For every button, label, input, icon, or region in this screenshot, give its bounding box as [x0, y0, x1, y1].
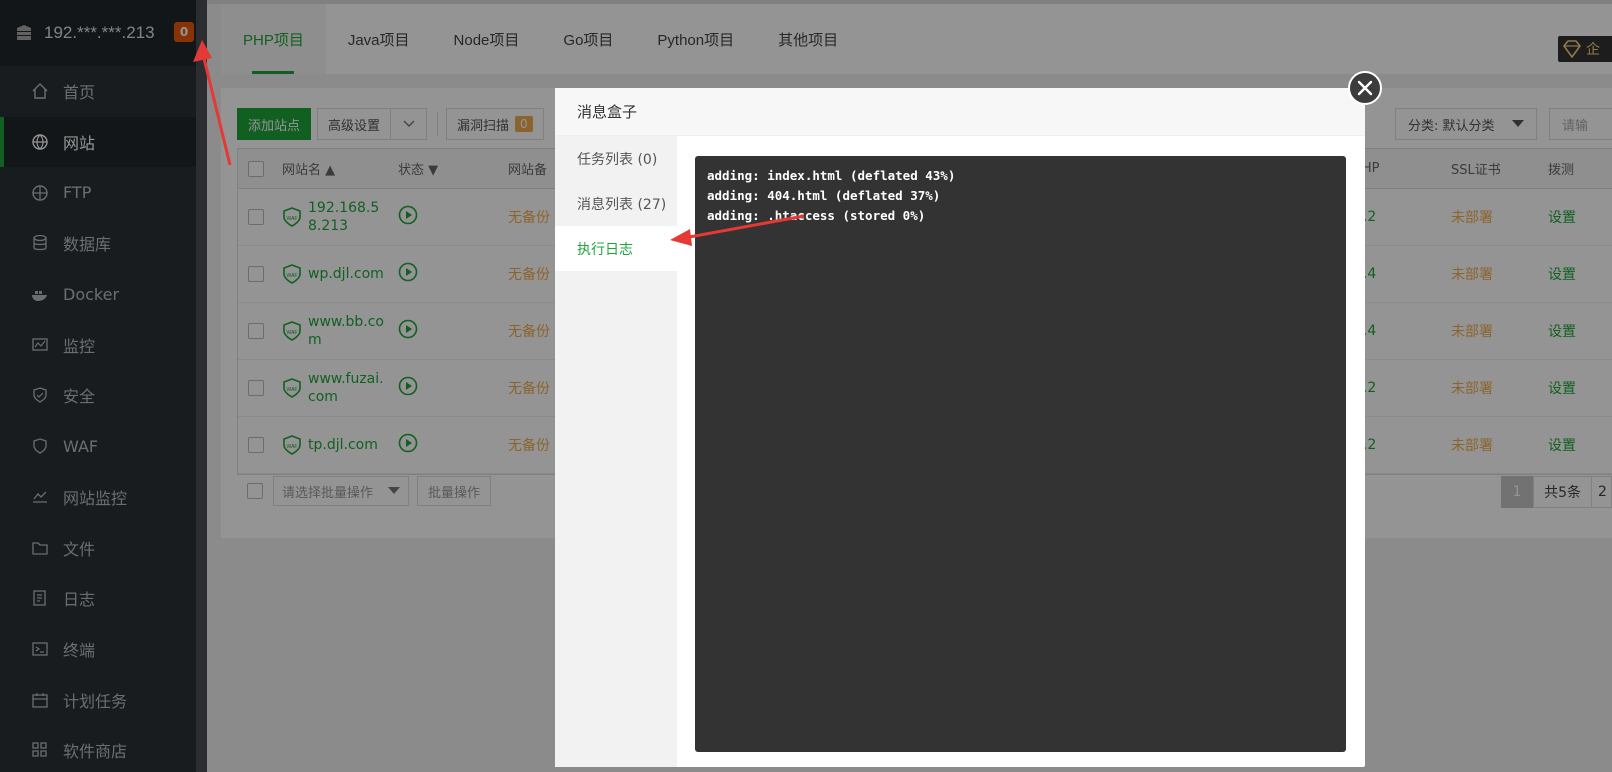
exec-log-console: adding: index.html (deflated 43%) adding… — [695, 156, 1346, 752]
tab-message-list[interactable]: 消息列表 (27) — [555, 181, 677, 226]
tab-task-list[interactable]: 任务列表 (0) — [555, 136, 677, 181]
message-box-modal: 消息盒子 任务列表 (0) 消息列表 (27) 执行日志 adding: ind… — [555, 71, 1382, 767]
log-line: adding: index.html (deflated 43%) — [707, 168, 956, 183]
modal-title: 消息盒子 — [555, 88, 1365, 136]
log-line: adding: 404.html (deflated 37%) — [707, 188, 941, 203]
tab-exec-log[interactable]: 执行日志 — [555, 226, 677, 271]
close-icon[interactable] — [1348, 71, 1382, 105]
modal-sidebar: 任务列表 (0) 消息列表 (27) 执行日志 — [555, 136, 677, 767]
log-line: adding: .htaccess (stored 0%) — [707, 208, 926, 223]
